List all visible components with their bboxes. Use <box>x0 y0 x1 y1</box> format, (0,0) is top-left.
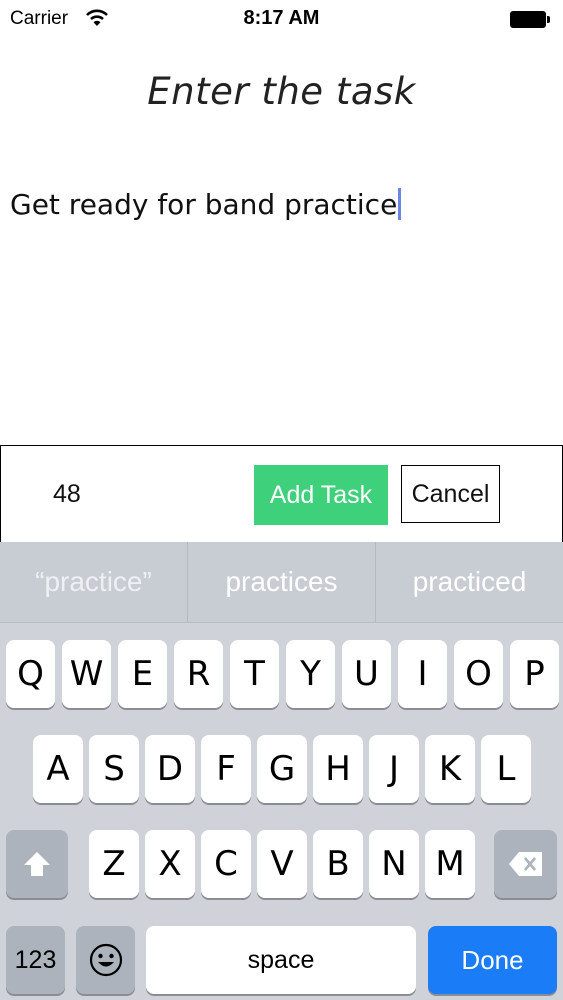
emoji-key[interactable] <box>76 926 135 994</box>
key-z[interactable]: Z <box>89 830 139 898</box>
key-t[interactable]: T <box>230 640 279 708</box>
key-y[interactable]: Y <box>286 640 335 708</box>
key-f[interactable]: F <box>201 735 251 803</box>
key-p[interactable]: P <box>510 640 559 708</box>
suggestion-item[interactable]: practices <box>188 542 375 622</box>
key-m[interactable]: M <box>425 830 475 898</box>
status-bar: Carrier 8:17 AM <box>0 0 563 40</box>
shift-icon <box>24 852 50 876</box>
text-caret <box>398 188 402 220</box>
backspace-key[interactable] <box>494 830 557 898</box>
key-i[interactable]: I <box>398 640 447 708</box>
numbers-key[interactable]: 123 <box>6 926 65 994</box>
key-c[interactable]: C <box>201 830 251 898</box>
page-title: Enter the task <box>147 70 416 113</box>
key-g[interactable]: G <box>257 735 307 803</box>
task-input[interactable]: Get ready for band practice <box>10 188 550 232</box>
suggestion-item[interactable]: “practice” <box>0 542 187 622</box>
key-q[interactable]: Q <box>6 640 55 708</box>
backspace-icon <box>508 852 542 876</box>
status-time: 8:17 AM <box>243 7 320 29</box>
key-x[interactable]: X <box>145 830 195 898</box>
key-n[interactable]: N <box>369 830 419 898</box>
key-d[interactable]: D <box>145 735 195 803</box>
key-o[interactable]: O <box>454 640 503 708</box>
suggestion-bar: “practice” practices practiced <box>0 542 563 623</box>
add-task-button[interactable]: Add Task <box>254 465 388 525</box>
key-k[interactable]: K <box>425 735 475 803</box>
key-h[interactable]: H <box>313 735 363 803</box>
key-w[interactable]: W <box>62 640 111 708</box>
emoji-icon <box>89 943 122 977</box>
action-bar: 48 Add Task Cancel <box>0 445 563 543</box>
keyboard: “practice” practices practiced Q W E R T… <box>0 542 563 1000</box>
key-l[interactable]: L <box>481 735 531 803</box>
shift-key[interactable] <box>6 830 68 898</box>
key-u[interactable]: U <box>342 640 391 708</box>
key-v[interactable]: V <box>257 830 307 898</box>
suggestion-item[interactable]: practiced <box>376 542 563 622</box>
key-r[interactable]: R <box>174 640 223 708</box>
battery-icon <box>510 11 550 28</box>
key-a[interactable]: A <box>33 735 83 803</box>
key-j[interactable]: J <box>369 735 419 803</box>
done-key[interactable]: Done <box>428 926 557 994</box>
space-key[interactable]: space <box>146 926 416 994</box>
character-count: 48 <box>53 480 81 508</box>
cancel-button[interactable]: Cancel <box>401 465 500 523</box>
task-input-text: Get ready for band practice <box>10 188 398 221</box>
key-e[interactable]: E <box>118 640 167 708</box>
key-s[interactable]: S <box>89 735 139 803</box>
key-b[interactable]: B <box>313 830 363 898</box>
